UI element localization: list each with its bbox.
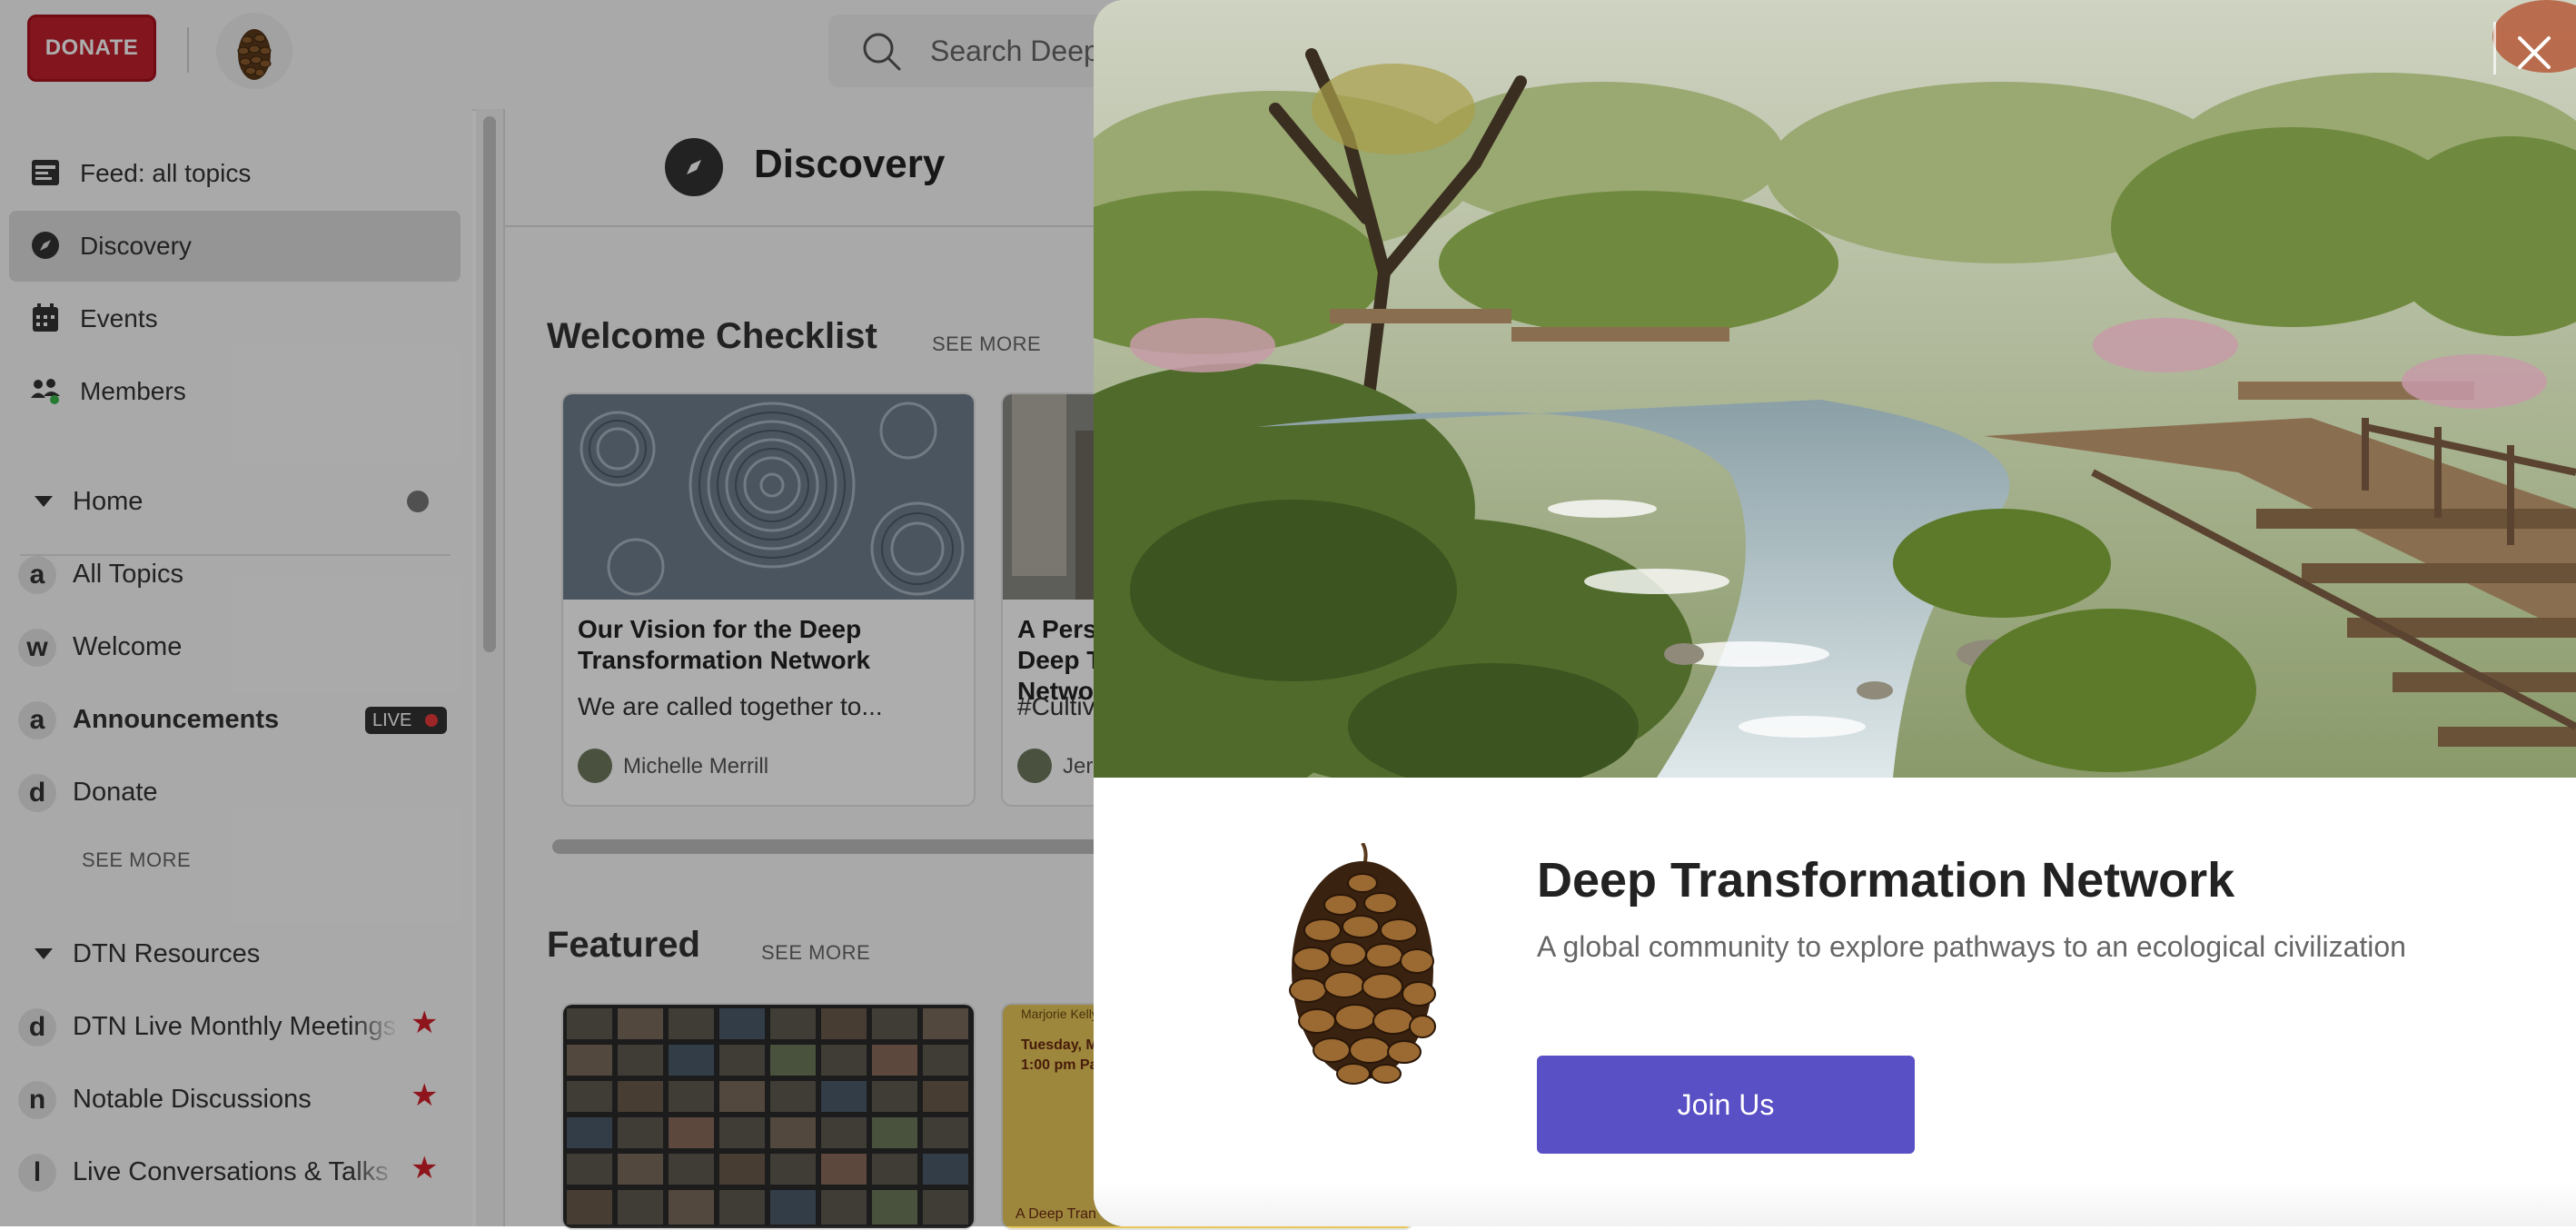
join-us-button[interactable]: Join Us — [1537, 1056, 1915, 1154]
close-icon[interactable] — [2509, 27, 2560, 78]
divider — [2493, 22, 2496, 74]
modal-footer-shade — [1094, 1181, 2576, 1226]
modal-title: Deep Transformation Network — [1537, 853, 2235, 908]
community-join-modal: Deep Transformation Network A global com… — [1094, 0, 2576, 1226]
pinecone-icon — [1289, 843, 1436, 1085]
modal-subtitle: A global community to explore pathways t… — [1537, 930, 2406, 963]
hero-landscape-image — [1094, 0, 2576, 778]
